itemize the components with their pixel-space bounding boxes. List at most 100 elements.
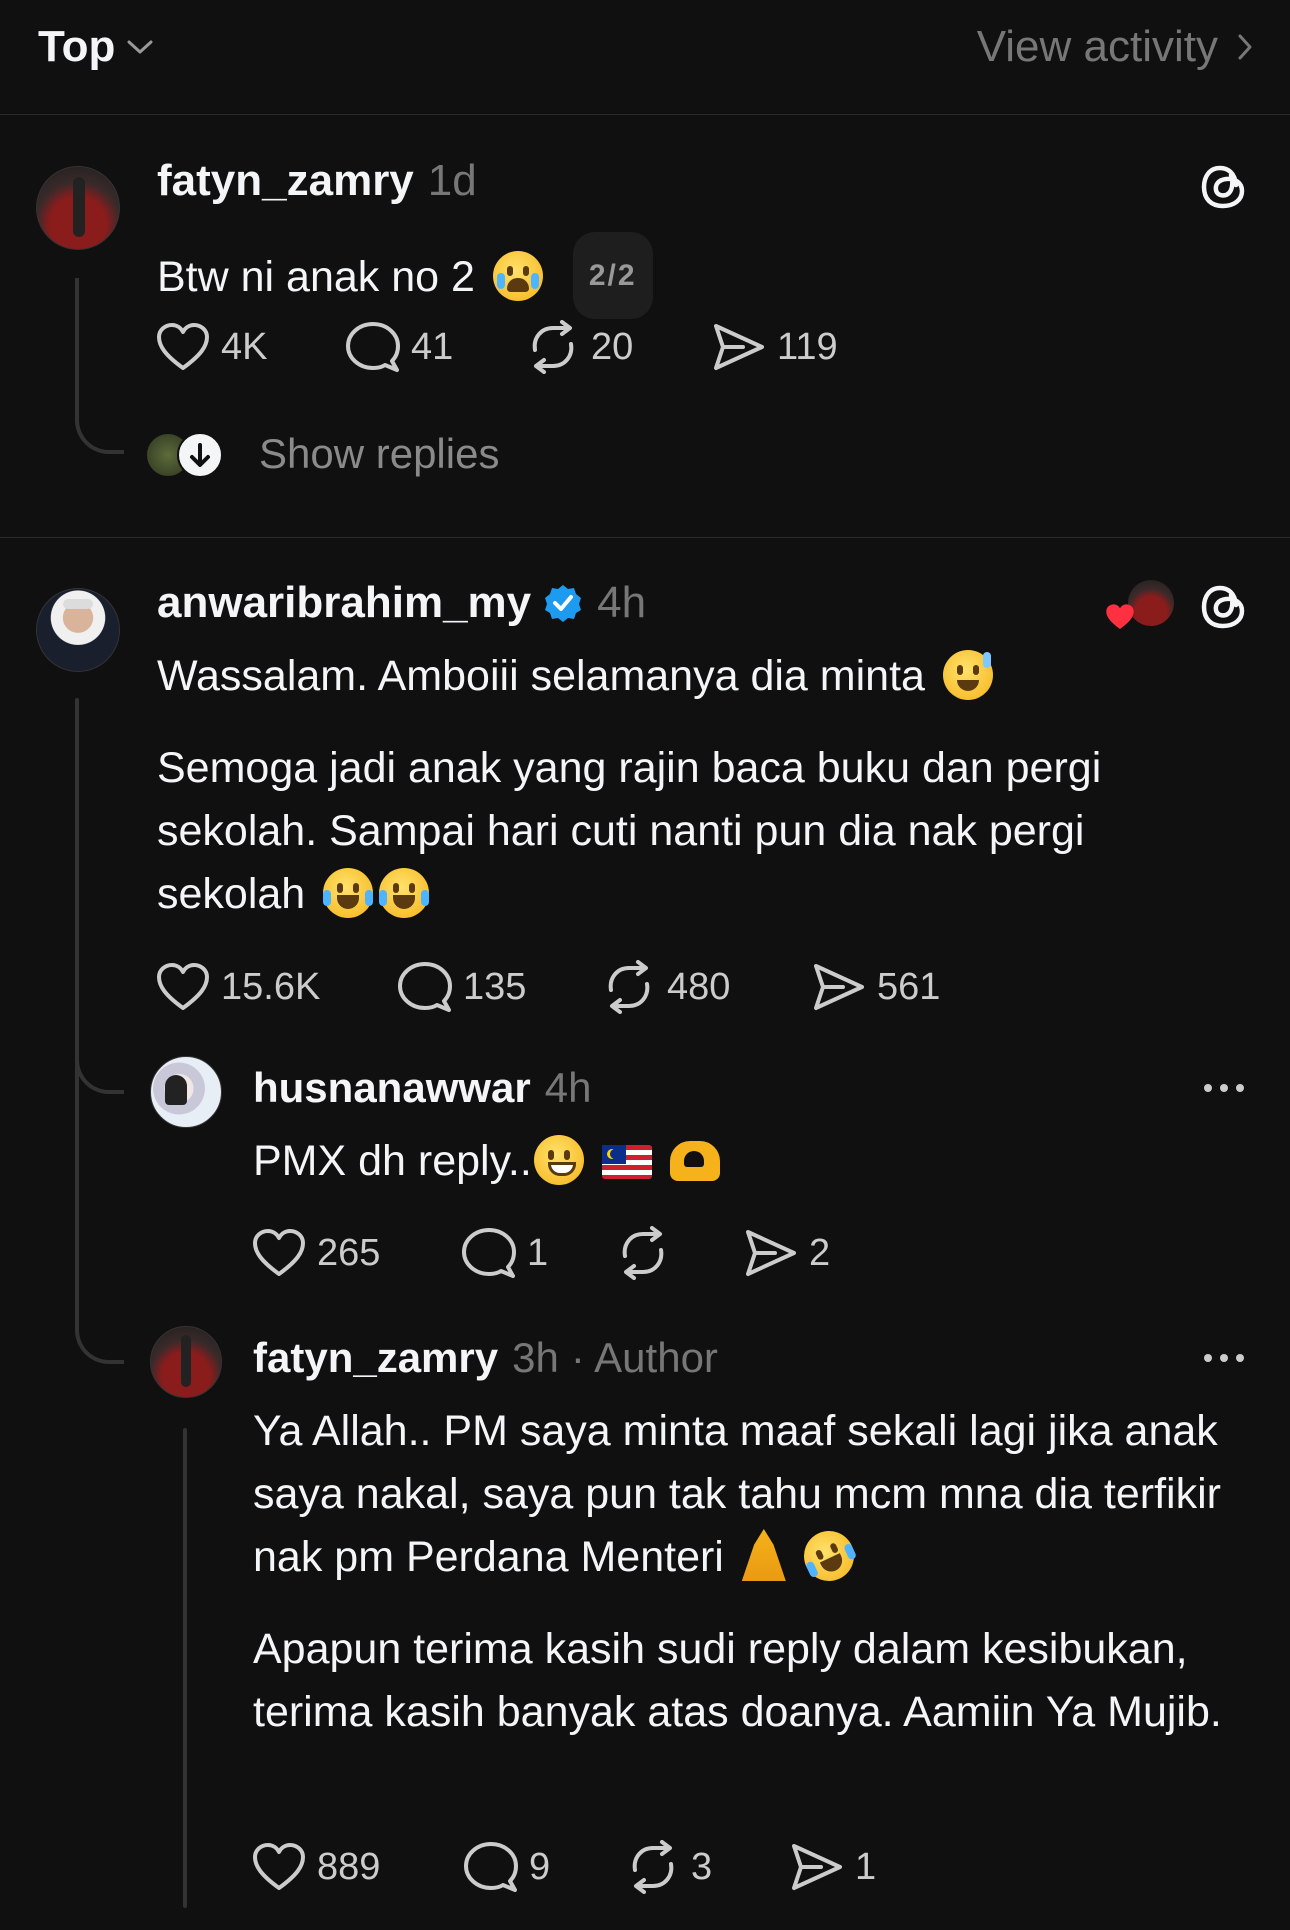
heart-icon bbox=[157, 323, 209, 370]
repost-count: 20 bbox=[591, 325, 634, 368]
share-button[interactable]: 1 bbox=[789, 1841, 876, 1893]
thread-line bbox=[75, 278, 124, 454]
more-options-button[interactable] bbox=[1200, 1084, 1248, 1092]
malaysia-flag-emoji bbox=[601, 1145, 652, 1179]
repost-button[interactable]: 3 bbox=[625, 1840, 789, 1894]
repost-icon bbox=[632, 1840, 674, 1894]
like-count: 265 bbox=[317, 1231, 381, 1274]
thread-line bbox=[75, 698, 79, 1318]
share-count: 2 bbox=[809, 1231, 831, 1274]
avatar[interactable] bbox=[150, 1056, 222, 1128]
like-count: 15.6K bbox=[221, 965, 321, 1008]
comment-button[interactable]: 9 bbox=[463, 1840, 625, 1894]
comment-bubble-icon bbox=[398, 962, 452, 1012]
more-options-button[interactable] bbox=[1200, 1354, 1248, 1362]
reply-paragraph: Apapun terima kasih sudi reply dalam kes… bbox=[253, 1625, 1222, 1736]
comment-count: 9 bbox=[529, 1845, 551, 1888]
like-button[interactable]: 889 bbox=[251, 1841, 463, 1893]
folded-hands-emoji bbox=[741, 1529, 786, 1581]
grinning-sweat-emoji bbox=[942, 650, 993, 700]
reply-actions: 889 9 3 1 bbox=[251, 1840, 876, 1894]
post-actions: 15.6K 135 480 561 bbox=[155, 960, 940, 1014]
like-count: 4K bbox=[221, 325, 268, 368]
share-button[interactable]: 561 bbox=[811, 961, 940, 1013]
reply-header: husnanawwar 4h bbox=[253, 1064, 591, 1112]
reply-paragraph: Ya Allah.. PM saya minta maaf sekali lag… bbox=[253, 1400, 1258, 1590]
heart-hands-emoji bbox=[669, 1141, 720, 1181]
repost-button[interactable] bbox=[615, 1226, 743, 1280]
thread-line bbox=[75, 1300, 124, 1364]
heart-icon bbox=[157, 963, 209, 1010]
post-paragraph: Wassalam. Amboiii selamanya dia minta bbox=[157, 645, 1177, 708]
comment-count: 1 bbox=[527, 1231, 549, 1274]
liked-by-author-indicator[interactable] bbox=[1104, 580, 1176, 632]
send-icon bbox=[746, 1230, 796, 1276]
arrow-down-circle-icon bbox=[177, 432, 223, 478]
like-button[interactable]: 265 bbox=[251, 1227, 461, 1279]
reply-avatars[interactable] bbox=[145, 432, 225, 478]
avatar[interactable] bbox=[150, 1326, 222, 1398]
comment-button[interactable]: 135 bbox=[397, 960, 601, 1014]
author-badge: · Author bbox=[570, 1334, 718, 1381]
comment-bubble-icon bbox=[346, 322, 400, 372]
send-icon bbox=[814, 964, 864, 1010]
share-count: 561 bbox=[877, 965, 941, 1008]
thread-pager: 2/2 bbox=[572, 232, 653, 319]
sort-dropdown[interactable]: Top bbox=[38, 22, 155, 72]
rolling-laughing-emoji bbox=[795, 1522, 862, 1590]
threads-logo-icon[interactable] bbox=[1198, 580, 1250, 634]
view-activity-label: View activity bbox=[976, 22, 1218, 71]
repost-icon bbox=[608, 960, 650, 1014]
username[interactable]: fatyn_zamry bbox=[157, 156, 414, 206]
repost-icon bbox=[622, 1226, 664, 1280]
sort-label: Top bbox=[38, 22, 116, 71]
reply-text: Ya Allah.. PM saya minta maaf sekali lag… bbox=[253, 1400, 1258, 1744]
comment-count: 41 bbox=[411, 325, 454, 368]
avatar[interactable] bbox=[36, 588, 120, 672]
timestamp: 4h bbox=[544, 1064, 592, 1111]
username[interactable]: husnanawwar bbox=[253, 1064, 531, 1112]
like-button[interactable]: 4K bbox=[155, 321, 345, 373]
like-count: 889 bbox=[317, 1845, 381, 1888]
comment-button[interactable]: 1 bbox=[461, 1226, 615, 1280]
send-icon bbox=[714, 324, 764, 370]
tears-of-joy-emoji bbox=[323, 868, 374, 918]
repost-icon bbox=[532, 320, 574, 374]
threads-logo-icon[interactable] bbox=[1198, 160, 1250, 214]
grinning-face-emoji bbox=[533, 1135, 584, 1185]
share-button[interactable]: 2 bbox=[743, 1227, 830, 1279]
timestamp: 1d bbox=[427, 156, 477, 205]
comment-button[interactable]: 41 bbox=[345, 320, 525, 374]
repost-button[interactable]: 20 bbox=[525, 320, 711, 374]
divider bbox=[0, 537, 1290, 538]
chevron-right-icon bbox=[1238, 34, 1252, 60]
post-header: fatyn_zamry 1d bbox=[157, 156, 477, 206]
reply-actions: 265 1 2 bbox=[251, 1226, 830, 1280]
post-text-content: Btw ni anak no 2 bbox=[157, 253, 475, 301]
post-paragraph: Semoga jadi anak yang rajin baca buku da… bbox=[157, 744, 1102, 918]
show-replies-link[interactable]: Show replies bbox=[259, 430, 499, 478]
verified-badge-icon bbox=[545, 585, 582, 622]
comment-bubble-icon bbox=[462, 1228, 516, 1278]
username[interactable]: fatyn_zamry bbox=[253, 1334, 498, 1382]
avatar[interactable] bbox=[36, 166, 120, 250]
view-activity-link[interactable]: View activity bbox=[977, 22, 1254, 72]
share-count: 119 bbox=[777, 325, 838, 368]
top-bar: Top View activity bbox=[0, 0, 1290, 115]
repost-count: 480 bbox=[667, 965, 731, 1008]
crying-face-emoji bbox=[492, 251, 543, 301]
username[interactable]: anwaribrahim_my bbox=[157, 578, 531, 628]
heart-icon bbox=[1106, 604, 1134, 629]
reply-text: PMX dh reply.. bbox=[253, 1130, 720, 1193]
repost-button[interactable]: 480 bbox=[601, 960, 811, 1014]
comment-bubble-icon bbox=[464, 1842, 518, 1892]
heart-icon bbox=[253, 1843, 305, 1890]
heart-icon bbox=[253, 1229, 305, 1276]
timestamp: 4h bbox=[597, 578, 647, 627]
share-button[interactable]: 119 bbox=[711, 321, 838, 373]
share-count: 1 bbox=[855, 1845, 877, 1888]
like-button[interactable]: 15.6K bbox=[155, 961, 397, 1013]
timestamp: 3h bbox=[512, 1334, 559, 1381]
post-text: Wassalam. Amboiii selamanya dia minta Se… bbox=[157, 645, 1177, 926]
repost-count: 3 bbox=[691, 1845, 713, 1888]
